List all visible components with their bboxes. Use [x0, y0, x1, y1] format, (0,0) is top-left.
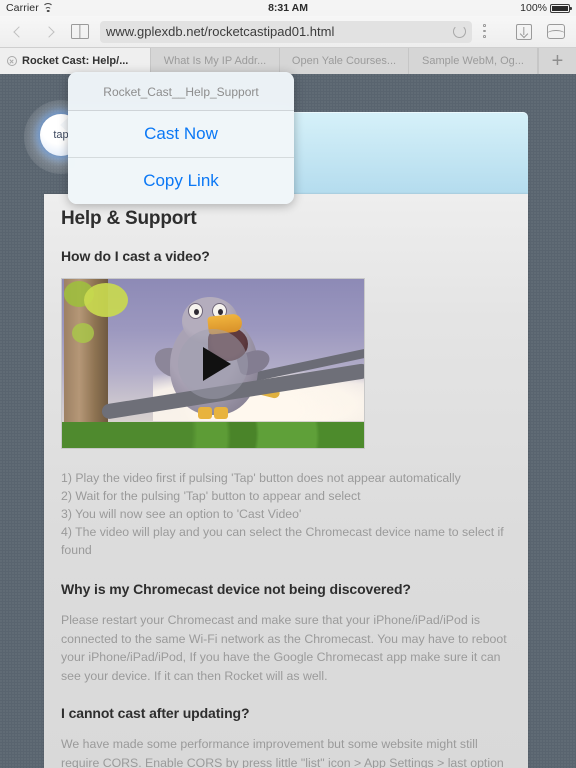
- close-icon[interactable]: [7, 56, 17, 66]
- video-bushes: [62, 422, 364, 448]
- tab-bar: Rocket Cast: Help/... What Is My IP Addr…: [0, 48, 576, 74]
- list-item: 2) Wait for the pulsing 'Tap' button to …: [61, 489, 361, 503]
- video-thumbnail[interactable]: [61, 278, 365, 449]
- tray-icon: [547, 24, 565, 39]
- browser-toolbar: www.gplexdb.net/rocketcastipad01.html: [0, 16, 576, 48]
- tab-sample-webm[interactable]: Sample WebM, Og...: [409, 48, 538, 74]
- ipad-safari-screen: Carrier 8:31 AM 100% www.gplexdb.net/roc…: [0, 0, 576, 768]
- list-item: 1) Play the video first if pulsing 'Tap'…: [61, 471, 461, 485]
- tab-label: What Is My IP Addr...: [163, 55, 267, 67]
- tab-rocket-cast[interactable]: Rocket Cast: Help/...: [0, 48, 151, 74]
- video-bird-foot: [214, 407, 228, 419]
- video-bird-foot: [198, 407, 212, 419]
- tab-label: Sample WebM, Og...: [422, 55, 524, 67]
- page-content: Help & Support How do I cast a video? 1)…: [44, 194, 528, 768]
- new-tab-button[interactable]: +: [538, 48, 576, 74]
- tab-what-is-my-ip[interactable]: What Is My IP Addr...: [151, 48, 280, 74]
- battery-percent-label: 100%: [520, 2, 547, 14]
- video-bird-pupil: [194, 309, 199, 315]
- cast-now-button[interactable]: Cast Now: [68, 111, 294, 157]
- video-leaf: [72, 323, 94, 343]
- status-bar-right: 100%: [520, 2, 572, 14]
- section-heading-device-not-discovered: Why is my Chromecast device not being di…: [61, 581, 411, 597]
- status-bar: Carrier 8:31 AM 100%: [0, 0, 576, 16]
- reload-icon[interactable]: [453, 25, 466, 38]
- share-button[interactable]: [512, 20, 536, 44]
- chevron-left-icon: [13, 25, 25, 38]
- play-triangle: [202, 346, 231, 381]
- battery-full-icon: [550, 3, 572, 13]
- list-item: 4) The video will play and you can selec…: [61, 525, 504, 557]
- section-body-device-not-discovered: Please restart your Chromecast and make …: [61, 613, 507, 683]
- cast-steps-list: 1) Play the video first if pulsing 'Tap'…: [61, 469, 511, 559]
- url-text[interactable]: www.gplexdb.net/rocketcastipad01.html: [106, 24, 453, 39]
- bookmarks-button[interactable]: [68, 20, 92, 44]
- reading-list-button[interactable]: [480, 20, 504, 44]
- section-body-cannot-cast-after-updating: We have made some performance improvemen…: [61, 737, 504, 768]
- video-leaf: [84, 283, 128, 317]
- video-bird-pupil: [218, 309, 223, 315]
- back-button[interactable]: [8, 20, 30, 44]
- chevron-right-icon: [43, 25, 55, 38]
- tabs-button[interactable]: [544, 20, 568, 44]
- play-icon[interactable]: [178, 328, 248, 399]
- page-title: Help & Support: [61, 208, 197, 229]
- section-heading-cannot-cast-after-updating: I cannot cast after updating?: [61, 705, 250, 721]
- section-heading-how-do-i-cast: How do I cast a video?: [61, 248, 210, 264]
- action-sheet-title: Rocket_Cast__Help_Support: [68, 72, 294, 111]
- forward-button[interactable]: [38, 20, 60, 44]
- action-sheet: Rocket_Cast__Help_Support Cast Now Copy …: [68, 72, 294, 204]
- book-icon: [71, 24, 89, 39]
- tab-open-yale-courses[interactable]: Open Yale Courses...: [280, 48, 409, 74]
- tab-label: Rocket Cast: Help/...: [22, 55, 129, 67]
- list-item: 3) You will now see an option to 'Cast V…: [61, 507, 302, 521]
- tab-label: Open Yale Courses...: [291, 55, 397, 67]
- clock-label: 8:31 AM: [268, 2, 308, 14]
- list-icon: [483, 24, 501, 38]
- address-bar[interactable]: www.gplexdb.net/rocketcastipad01.html: [100, 20, 472, 43]
- share-download-icon: [516, 23, 532, 40]
- copy-link-button[interactable]: Copy Link: [68, 157, 294, 204]
